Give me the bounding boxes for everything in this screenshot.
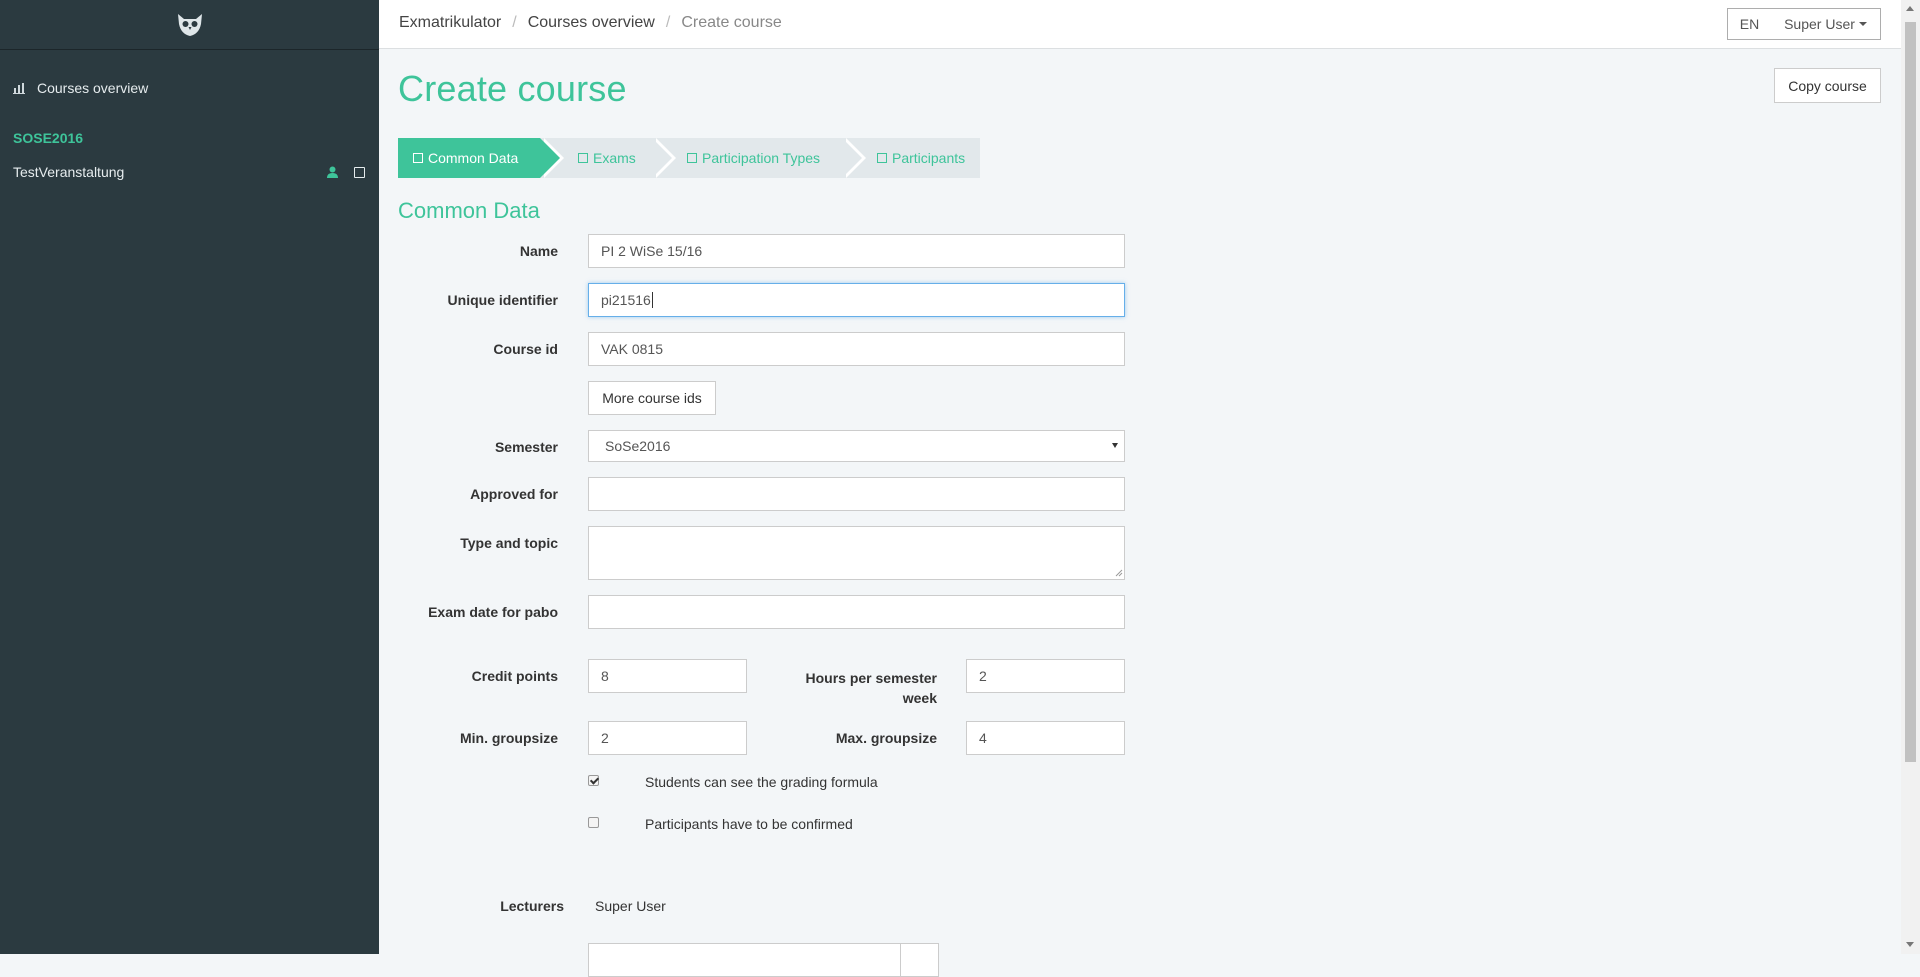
breadcrumb-separator: /: [512, 14, 517, 31]
scroll-down-icon[interactable]: [1906, 942, 1914, 947]
wizard-steps: Common Data Exams Participation Types Pa…: [398, 138, 980, 178]
user-menu-label: Super User: [1784, 16, 1855, 32]
semester-label: Semester: [494, 439, 558, 455]
semester-select[interactable]: SoSe2016: [588, 430, 1125, 462]
hours-per-week-input[interactable]: 2: [966, 659, 1125, 693]
sidebar-item-courses-overview[interactable]: Courses overview: [13, 80, 148, 96]
max-groupsize-input[interactable]: 4: [966, 721, 1125, 755]
breadcrumb-current: Create course: [681, 14, 782, 31]
min-groupsize-input[interactable]: 2: [588, 721, 747, 755]
owl-logo-icon[interactable]: [175, 12, 205, 38]
step-label: Participants: [892, 150, 966, 166]
exam-date-input[interactable]: [588, 595, 1125, 629]
checkbox-square-icon: [877, 153, 887, 163]
add-lecturer-input[interactable]: [588, 943, 901, 977]
checkbox-square-icon: [578, 153, 588, 163]
sidebar-semester-heading: SOSE2016: [13, 130, 84, 146]
more-course-ids-button[interactable]: More course ids: [588, 381, 716, 415]
max-groupsize-label: Max. groupsize: [835, 730, 937, 746]
page-title: Create course: [398, 68, 627, 109]
confirm-participants-checkbox[interactable]: [588, 817, 599, 828]
step-common-data[interactable]: Common Data: [398, 138, 564, 178]
hours-per-week-label-line1: Hours per semester: [805, 670, 937, 686]
confirm-participants-label[interactable]: Participants have to be confirmed: [645, 816, 853, 832]
section-title: Common Data: [398, 198, 540, 223]
user-menu-button[interactable]: Super User: [1771, 8, 1881, 40]
credit-points-input[interactable]: 8: [588, 659, 747, 693]
type-topic-label: Type and topic: [460, 535, 558, 551]
hours-per-week-label-line2: week: [902, 690, 937, 706]
lecturers-label: Lecturers: [500, 898, 564, 914]
scrollbar[interactable]: [1901, 0, 1920, 954]
add-lecturer-button[interactable]: [900, 943, 939, 977]
resize-handle-icon[interactable]: [1115, 569, 1123, 577]
scrollbar-thumb[interactable]: [1905, 22, 1916, 762]
caret-down-icon: [1858, 22, 1867, 26]
course-id-input[interactable]: VAK 0815: [588, 332, 1125, 366]
approved-for-label: Approved for: [470, 486, 558, 502]
copy-course-button[interactable]: Copy course: [1774, 68, 1881, 103]
grading-formula-checkbox[interactable]: [588, 775, 599, 786]
breadcrumb-courses-overview[interactable]: Courses overview: [528, 14, 655, 32]
lecturer-name: Super User: [595, 898, 666, 914]
square-icon[interactable]: [354, 166, 365, 178]
exam-date-label: Exam date for pabo: [428, 604, 558, 620]
course-id-label: Course id: [493, 341, 558, 357]
breadcrumb: Exmatrikulator / Courses overview / Crea…: [399, 14, 782, 32]
text-caret: [651, 292, 653, 308]
sidebar: Courses overview SOSE2016 TestVeranstalt…: [0, 0, 379, 954]
unique-identifier-label: Unique identifier: [447, 292, 558, 308]
step-participation-types[interactable]: Participation Types: [652, 138, 866, 178]
breadcrumb-home[interactable]: Exmatrikulator: [399, 14, 501, 32]
dropdown-arrow-icon: [1112, 443, 1118, 448]
name-label: Name: [519, 243, 558, 259]
checkbox-square-icon: [413, 153, 423, 163]
chart-icon: [13, 83, 25, 94]
semester-selected-value: SoSe2016: [605, 438, 671, 454]
top-navbar: Exmatrikulator / Courses overview / Crea…: [379, 0, 1901, 49]
min-groupsize-label: Min. groupsize: [460, 730, 558, 746]
scroll-up-icon[interactable]: [1906, 6, 1914, 11]
type-topic-textarea[interactable]: [588, 526, 1125, 580]
breadcrumb-separator: /: [665, 14, 671, 31]
checkbox-square-icon: [687, 153, 697, 163]
grading-formula-label[interactable]: Students can see the grading formula: [645, 774, 878, 790]
credit-points-label: Credit points: [471, 668, 558, 684]
language-button[interactable]: EN: [1727, 8, 1772, 40]
sidebar-item-course[interactable]: TestVeranstaltung: [13, 164, 365, 180]
step-label: Participation Types: [702, 150, 821, 166]
logo-bar: [0, 0, 379, 50]
approved-for-input[interactable]: [588, 477, 1125, 511]
sidebar-item-label: Courses overview: [37, 80, 149, 96]
user-icon[interactable]: [327, 166, 338, 178]
unique-identifier-input[interactable]: pi21516: [588, 283, 1125, 317]
hours-per-week-label: Hours per semester week: [770, 668, 937, 708]
unique-identifier-value: pi21516: [601, 292, 651, 308]
step-label: Common Data: [428, 150, 519, 166]
sidebar-course-label: TestVeranstaltung: [13, 164, 125, 180]
step-label: Exams: [593, 150, 636, 166]
name-input[interactable]: PI 2 WiSe 15/16: [588, 234, 1125, 268]
